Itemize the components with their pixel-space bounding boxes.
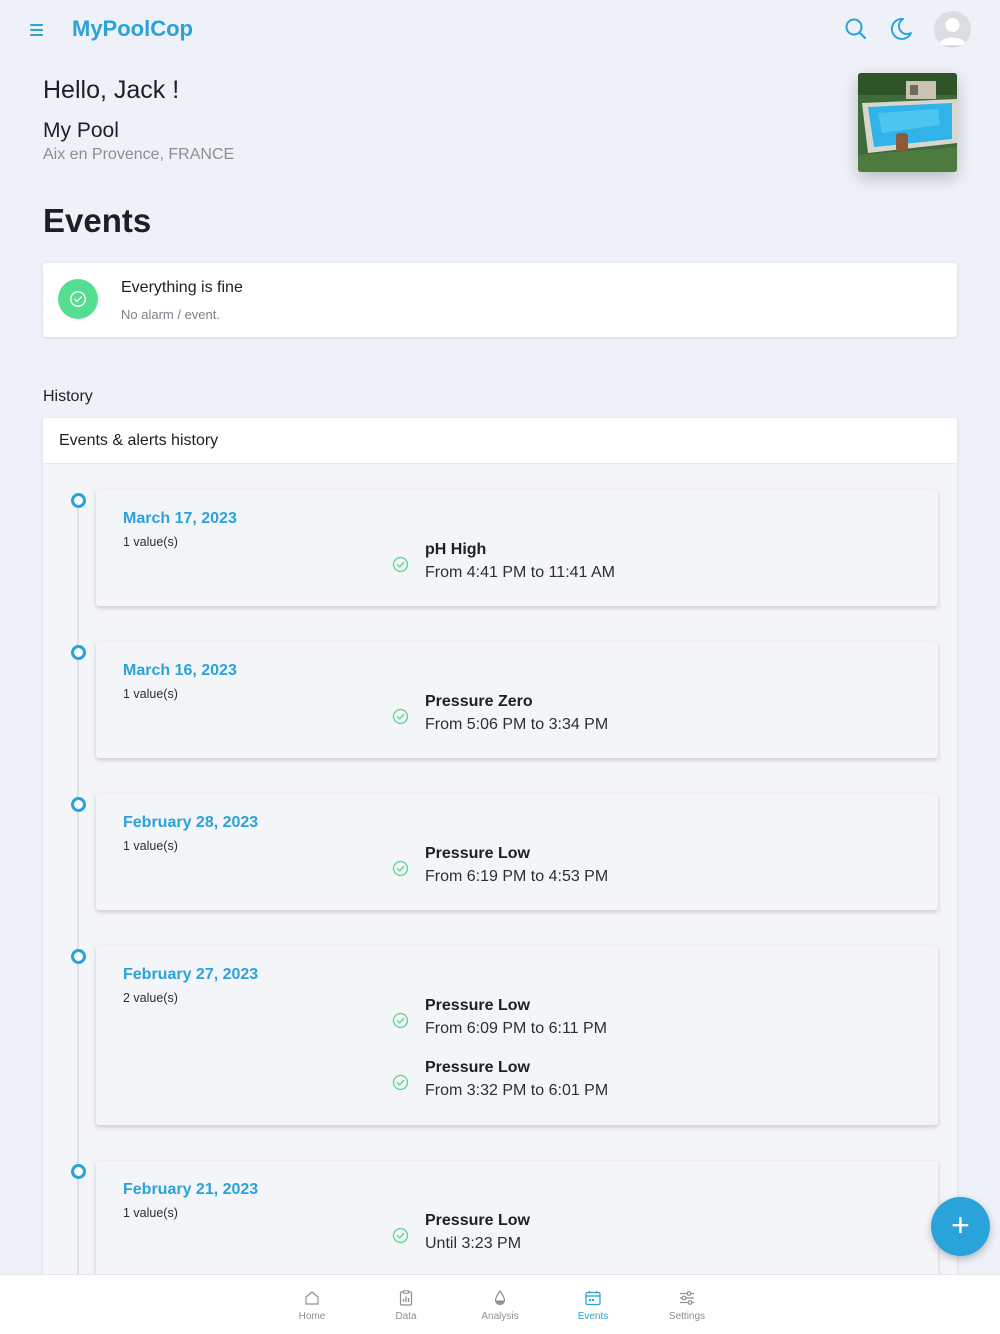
event-item: pH High From 4:41 PM to 11:41 AM xyxy=(392,541,912,589)
event-name: Pressure Low xyxy=(425,997,530,1014)
event-name: pH High xyxy=(425,541,487,558)
check-circle-icon xyxy=(392,708,409,725)
event-item: Pressure Low From 3:32 PM to 6:01 PM xyxy=(392,1059,912,1107)
pool-photo[interactable] xyxy=(858,73,957,172)
add-button[interactable]: + xyxy=(931,1197,990,1256)
nav-label: Home xyxy=(298,1311,326,1322)
status-title: Everything is fine xyxy=(121,279,243,296)
day-date: February 27, 2023 xyxy=(123,966,259,983)
day-count: 1 value(s) xyxy=(123,1206,178,1220)
day-date: March 17, 2023 xyxy=(123,510,237,527)
nav-label: Analysis xyxy=(481,1311,519,1322)
timeline-day-card[interactable]: March 16, 2023 1 value(s) Pressure Zero … xyxy=(96,642,938,758)
check-circle-icon xyxy=(392,1074,409,1091)
check-circle-icon xyxy=(58,279,98,319)
hamburger-menu-icon[interactable] xyxy=(28,22,48,38)
day-count: 1 value(s) xyxy=(123,535,178,549)
nav-item-settings[interactable]: Settings xyxy=(647,1275,727,1334)
status-card: Everything is fine No alarm / event. xyxy=(43,263,957,337)
calendar-icon xyxy=(585,1291,601,1306)
event-time: From 6:09 PM to 6:11 PM xyxy=(425,1020,607,1037)
pool-location: Aix en Provence, FRANCE xyxy=(43,146,235,163)
timeline-line xyxy=(77,500,79,1318)
bottom-nav: Home Data Analysis Events Settings xyxy=(0,1274,1000,1334)
status-subtitle: No alarm / event. xyxy=(121,307,220,322)
event-item: Pressure Low From 6:19 PM to 4:53 PM xyxy=(392,845,912,893)
timeline-day-card[interactable]: February 21, 2023 1 value(s) Pressure Lo… xyxy=(96,1161,938,1277)
nav-label: Events xyxy=(577,1311,609,1322)
history-header: Events & alerts history xyxy=(43,418,957,464)
day-date: February 28, 2023 xyxy=(123,814,259,831)
nav-label: Settings xyxy=(668,1311,706,1322)
event-name: Pressure Low xyxy=(425,1059,530,1076)
day-count: 2 value(s) xyxy=(123,991,178,1005)
event-time: Until 3:23 PM xyxy=(425,1235,522,1252)
history-header-title: Events & alerts history xyxy=(59,432,219,449)
timeline-day-card[interactable]: February 27, 2023 2 value(s) Pressure Lo… xyxy=(96,946,938,1125)
day-count: 1 value(s) xyxy=(123,839,178,853)
timeline-dot xyxy=(71,797,86,812)
day-date: March 16, 2023 xyxy=(123,662,237,679)
timeline-dot xyxy=(71,949,86,964)
timeline-dot xyxy=(71,1164,86,1179)
check-circle-icon xyxy=(392,1227,409,1244)
event-time: From 4:41 PM to 11:41 AM xyxy=(425,564,616,581)
event-time: From 3:32 PM to 6:01 PM xyxy=(425,1082,609,1099)
avatar[interactable] xyxy=(934,11,971,48)
timeline-day-card[interactable]: February 28, 2023 1 value(s) Pressure Lo… xyxy=(96,794,938,910)
clipboard-chart-icon xyxy=(399,1290,413,1306)
timeline: March 17, 2023 1 value(s) pH High From 4… xyxy=(43,464,957,1318)
water-drop-icon xyxy=(494,1289,506,1306)
pool-name: My Pool xyxy=(43,119,119,142)
nav-item-home[interactable]: Home xyxy=(272,1275,352,1334)
nav-item-analysis[interactable]: Analysis xyxy=(460,1275,540,1334)
event-item: Pressure Low From 6:09 PM to 6:11 PM xyxy=(392,997,912,1045)
home-icon xyxy=(305,1291,319,1305)
history-card: Events & alerts history March 17, 2023 1… xyxy=(43,418,957,1318)
event-time: From 5:06 PM to 3:34 PM xyxy=(425,716,609,733)
check-circle-icon xyxy=(392,1012,409,1029)
history-label: History xyxy=(43,388,93,405)
greeting: Hello, Jack ! xyxy=(43,76,180,104)
nav-label: Data xyxy=(395,1311,417,1322)
sliders-icon xyxy=(680,1291,694,1305)
event-name: Pressure Low xyxy=(425,845,530,862)
timeline-dot xyxy=(71,645,86,660)
event-time: From 6:19 PM to 4:53 PM xyxy=(425,868,609,885)
day-count: 1 value(s) xyxy=(123,687,178,701)
nav-item-data[interactable]: Data xyxy=(366,1275,446,1334)
event-name: Pressure Low xyxy=(425,1212,530,1229)
check-circle-icon xyxy=(392,556,409,573)
top-bar: MyPoolCop xyxy=(0,0,1000,62)
plus-icon: + xyxy=(951,1207,970,1243)
day-date: February 21, 2023 xyxy=(123,1181,259,1198)
search-icon[interactable] xyxy=(843,16,869,42)
nav-item-events[interactable]: Events xyxy=(553,1275,633,1334)
moon-icon[interactable] xyxy=(888,16,914,42)
event-item: Pressure Zero From 5:06 PM to 3:34 PM xyxy=(392,693,912,741)
events-title: Events xyxy=(43,202,152,239)
check-circle-icon xyxy=(392,860,409,877)
timeline-dot xyxy=(71,493,86,508)
app-title: MyPoolCop xyxy=(72,16,193,41)
event-item: Pressure Low Until 3:23 PM xyxy=(392,1212,912,1260)
timeline-day-card[interactable]: March 17, 2023 1 value(s) pH High From 4… xyxy=(96,490,938,606)
event-name: Pressure Zero xyxy=(425,693,533,710)
